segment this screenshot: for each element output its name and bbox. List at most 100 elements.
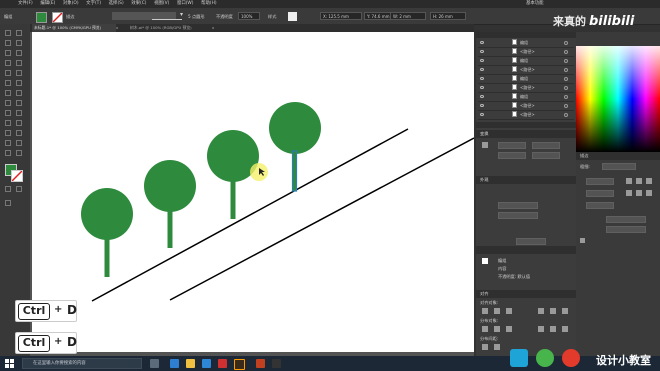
- menu-help[interactable]: 帮助(H): [201, 0, 217, 8]
- distribute-right-icon[interactable]: [562, 326, 568, 332]
- line-tool-icon[interactable]: [16, 60, 22, 66]
- illustrator-icon[interactable]: [234, 359, 245, 370]
- opacity-field[interactable]: 100%: [238, 12, 260, 20]
- target-circle-icon[interactable]: [564, 104, 568, 108]
- visibility-eye-icon[interactable]: [480, 86, 484, 89]
- x-field[interactable]: X: 125.5 mm: [320, 12, 362, 20]
- align-middle-icon[interactable]: [550, 308, 556, 314]
- stroke-dropdown-arrow[interactable]: ▾: [180, 11, 183, 18]
- tab-document-2[interactable]: 树木.ai* @ 100% (RGB/GPU 预览): [128, 24, 212, 32]
- target-circle-icon[interactable]: [564, 50, 568, 54]
- perspective-grid-tool-icon[interactable]: [5, 120, 11, 126]
- free-transform-tool-icon[interactable]: [5, 110, 11, 116]
- distribute-left-icon[interactable]: [538, 326, 544, 332]
- task-view-icon[interactable]: [150, 359, 159, 368]
- color-spectrum[interactable]: [576, 32, 660, 152]
- eraser-tool-icon[interactable]: [5, 90, 11, 96]
- stroke-option-field[interactable]: [586, 202, 614, 209]
- pen-tool-icon[interactable]: [5, 50, 11, 56]
- taskbar-search-input[interactable]: 在这里输入你要搜索的内容: [22, 358, 142, 369]
- windows-start-icon[interactable]: [5, 359, 14, 368]
- stroke-panel-title[interactable]: 描边: [580, 153, 588, 159]
- pencil-tool-icon[interactable]: [16, 80, 22, 86]
- direct-selection-tool-icon[interactable]: [16, 30, 22, 36]
- distribute-top-icon[interactable]: [482, 326, 488, 332]
- distribute-space-v-icon[interactable]: [482, 344, 488, 350]
- w-field[interactable]: W: 2 mm: [390, 12, 426, 20]
- gradient-tool-icon[interactable]: [5, 130, 11, 136]
- menu-object[interactable]: 对象(O): [63, 0, 79, 8]
- distribute-bottom-icon[interactable]: [506, 326, 512, 332]
- visibility-eye-icon[interactable]: [480, 77, 484, 80]
- align-left-icon[interactable]: [482, 308, 488, 314]
- cap-butt-icon[interactable]: [626, 178, 632, 184]
- transform-h-field[interactable]: [532, 152, 560, 159]
- align-center-icon[interactable]: [494, 308, 500, 314]
- align-panel-header[interactable]: 对齐: [476, 290, 576, 298]
- transform-w-field[interactable]: [532, 142, 560, 149]
- screen-mode-icon[interactable]: [16, 186, 22, 192]
- visibility-eye-icon[interactable]: [480, 59, 484, 62]
- stroke-swatch[interactable]: [52, 12, 63, 23]
- transform-y-field[interactable]: [498, 152, 526, 159]
- magic-wand-tool-icon[interactable]: [5, 40, 11, 46]
- visibility-eye-icon[interactable]: [480, 95, 484, 98]
- h-field[interactable]: H: 26 mm: [430, 12, 466, 20]
- target-circle-icon[interactable]: [564, 113, 568, 117]
- menu-view[interactable]: 视图(V): [154, 0, 169, 8]
- target-circle-icon[interactable]: [564, 68, 568, 72]
- mesh-tool-icon[interactable]: [16, 120, 22, 126]
- menu-window[interactable]: 窗口(W): [177, 0, 194, 8]
- align-right-icon[interactable]: [506, 308, 512, 314]
- align-top-icon[interactable]: [538, 308, 544, 314]
- reference-point-icon[interactable]: [482, 142, 488, 148]
- stroke-option-field[interactable]: [586, 190, 614, 197]
- store-icon[interactable]: [202, 359, 211, 368]
- menu-edit[interactable]: 编辑(E): [40, 0, 55, 8]
- tab-close-icon[interactable]: x: [116, 24, 122, 32]
- edge-browser-icon[interactable]: [170, 359, 179, 368]
- layer-row[interactable]: <路径>: [478, 110, 574, 120]
- stroke-option-field[interactable]: [606, 216, 646, 223]
- menu-file[interactable]: 文件(F): [18, 0, 33, 8]
- target-circle-icon[interactable]: [564, 59, 568, 63]
- appearance-row[interactable]: [498, 212, 538, 219]
- stroke-weight-input[interactable]: [602, 163, 636, 170]
- join-miter-icon[interactable]: [626, 190, 632, 196]
- artboard[interactable]: [32, 32, 475, 352]
- paintbrush-tool-icon[interactable]: [16, 70, 22, 76]
- menu-type[interactable]: 文字(T): [86, 0, 101, 8]
- visibility-eye-icon[interactable]: [480, 68, 484, 71]
- app-icon[interactable]: [218, 359, 227, 368]
- shape-builder-tool-icon[interactable]: [16, 110, 22, 116]
- menu-select[interactable]: 选择(S): [109, 0, 124, 8]
- brush-profile-label[interactable]: 5 点圆形: [188, 14, 205, 20]
- transform-x-field[interactable]: [498, 142, 526, 149]
- properties-panel-header[interactable]: [476, 246, 576, 254]
- dashed-line-checkbox[interactable]: [580, 238, 585, 243]
- eyedropper-tool-icon[interactable]: [16, 130, 22, 136]
- rectangle-tool-icon[interactable]: [5, 70, 11, 76]
- graphic-style-swatch[interactable]: [288, 12, 297, 21]
- stroke-option-field[interactable]: [586, 178, 614, 185]
- distribute-hcenter-icon[interactable]: [550, 326, 556, 332]
- distribute-vcenter-icon[interactable]: [494, 326, 500, 332]
- symbol-sprayer-tool-icon[interactable]: [16, 140, 22, 146]
- artwork[interactable]: [32, 32, 475, 352]
- tab-document-1[interactable]: 未标题-1* @ 100% (CMYK/GPU 预览): [32, 24, 116, 32]
- join-round-icon[interactable]: [636, 190, 642, 196]
- type-tool-icon[interactable]: [5, 60, 11, 66]
- menu-effect[interactable]: 效果(C): [131, 0, 146, 8]
- stroke-color-icon[interactable]: [11, 170, 23, 182]
- rotate-tool-icon[interactable]: [16, 90, 22, 96]
- appearance-panel-header[interactable]: 外观: [476, 176, 576, 184]
- visibility-eye-icon[interactable]: [480, 113, 484, 116]
- join-bevel-icon[interactable]: [646, 190, 652, 196]
- fill-swatch[interactable]: [36, 12, 47, 23]
- target-circle-icon[interactable]: [564, 86, 568, 90]
- tab-close-icon[interactable]: x: [212, 24, 218, 32]
- align-bottom-icon[interactable]: [562, 308, 568, 314]
- target-circle-icon[interactable]: [564, 41, 568, 45]
- cap-round-icon[interactable]: [636, 178, 642, 184]
- draw-mode-icon[interactable]: [5, 186, 11, 192]
